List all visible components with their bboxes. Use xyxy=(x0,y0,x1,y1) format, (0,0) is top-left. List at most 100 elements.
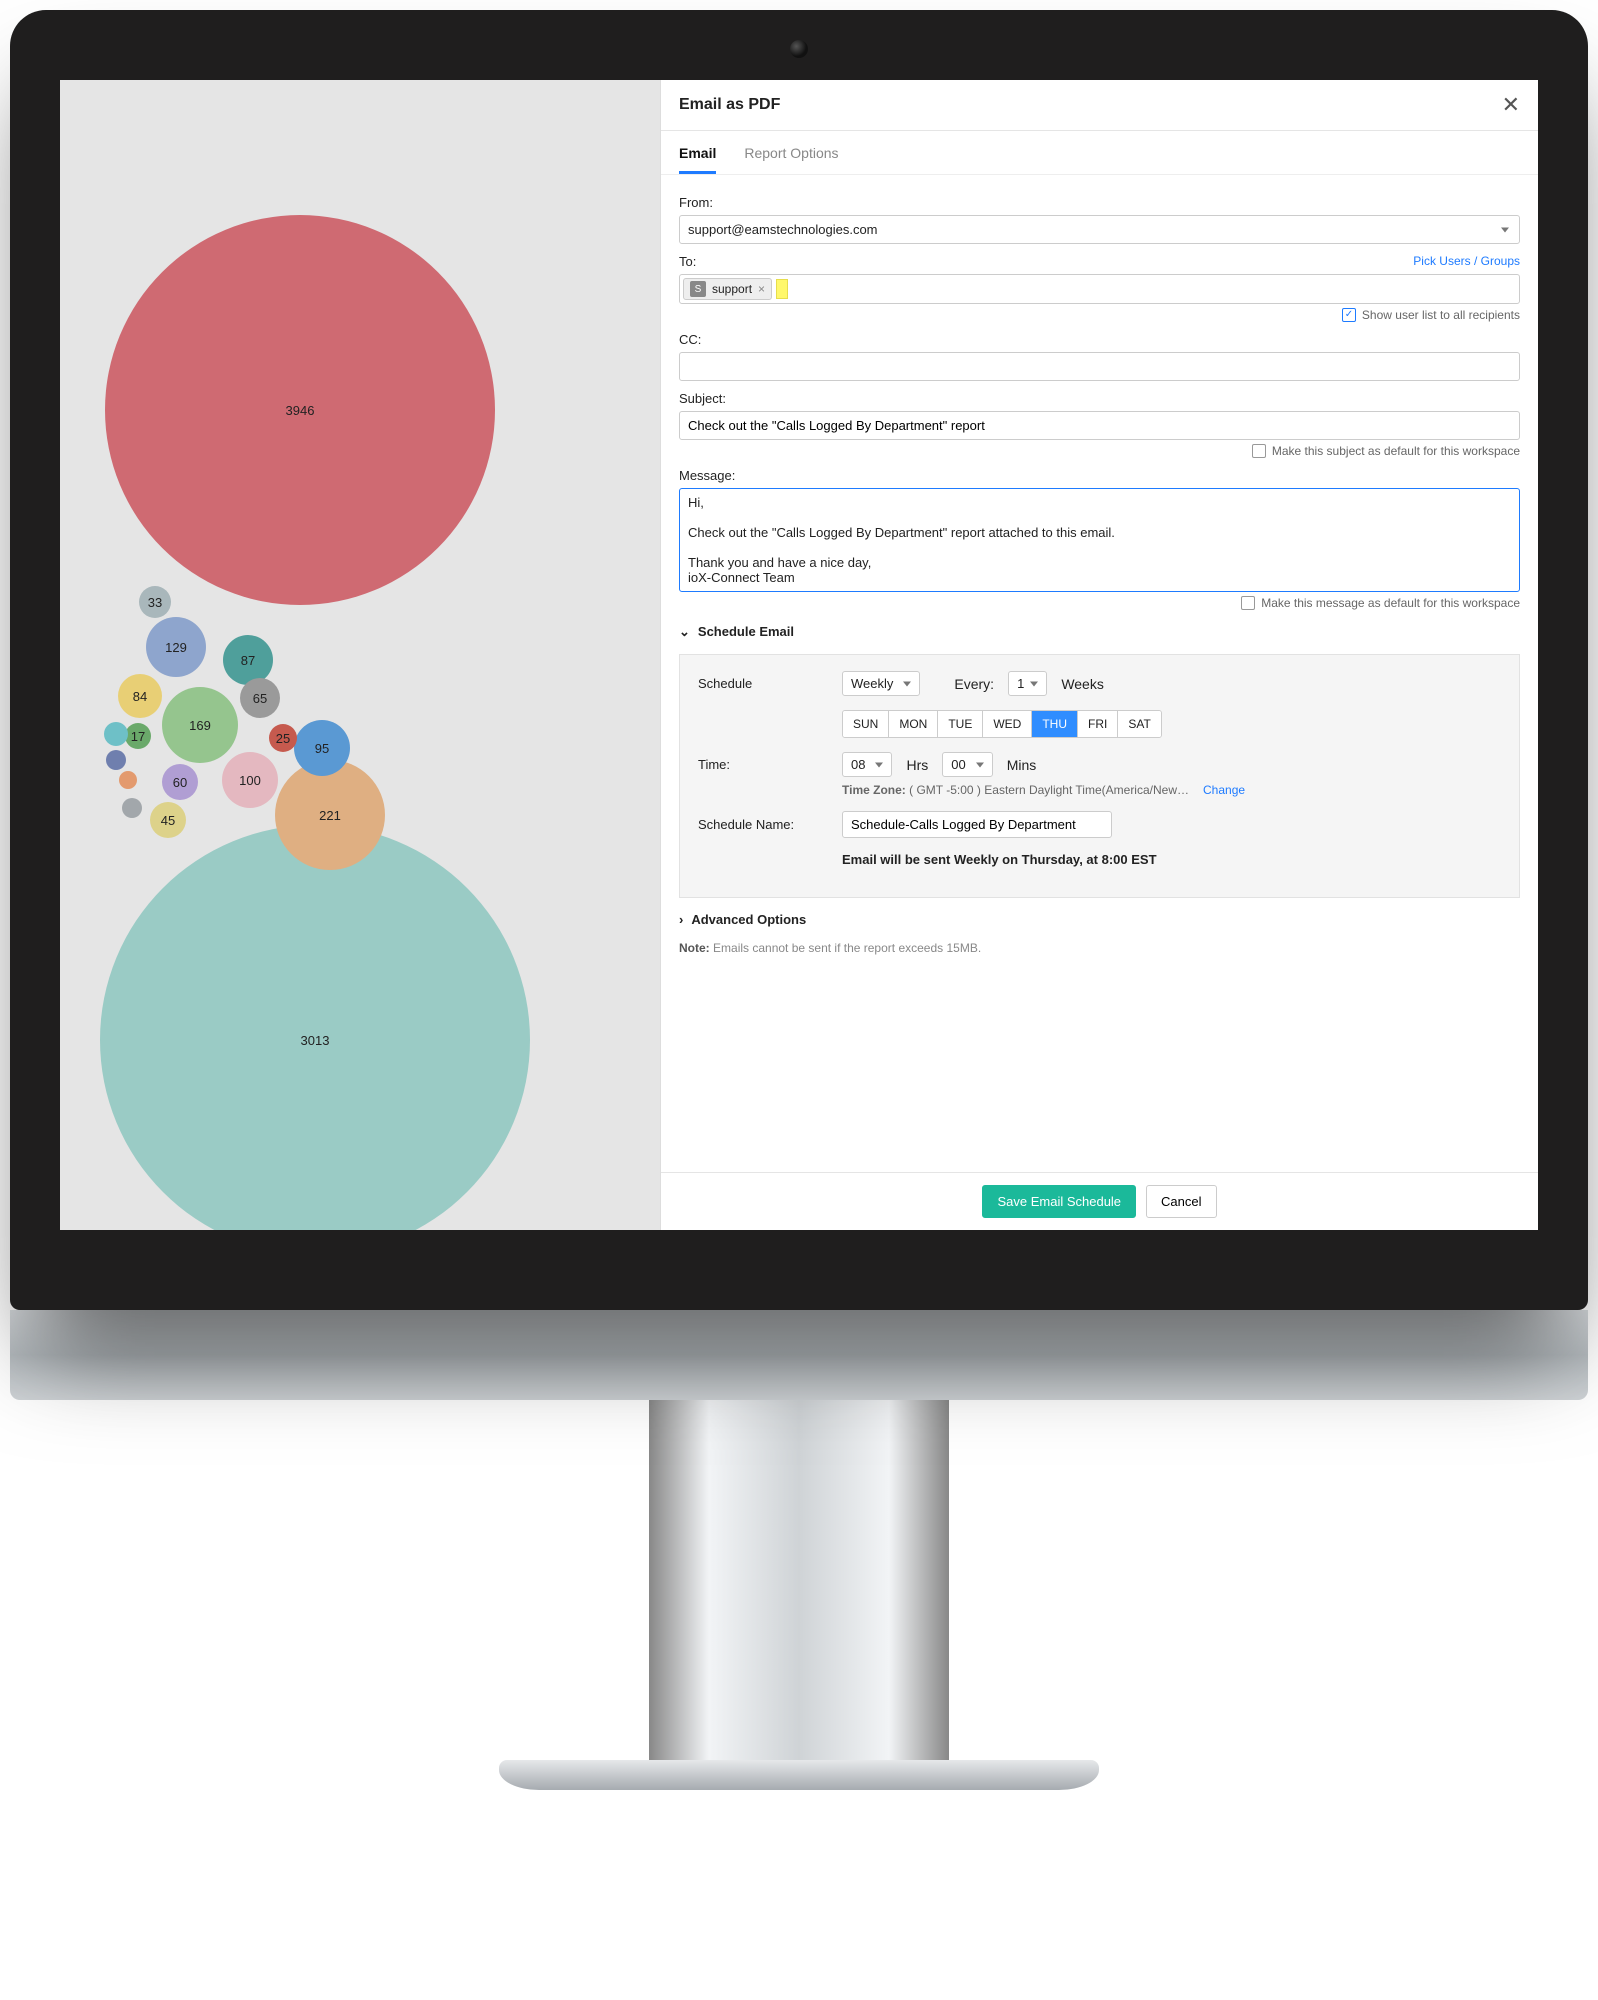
screen: 39463013221169129100958784656045332517 E… xyxy=(60,80,1538,1230)
bubble xyxy=(104,722,128,746)
recipient-chip-text: support xyxy=(712,282,752,296)
camera-dot xyxy=(790,40,808,58)
every-value-select[interactable]: 1 xyxy=(1008,671,1047,696)
bubble: 3013 xyxy=(100,825,530,1230)
bubble: 60 xyxy=(162,764,198,800)
day-wed[interactable]: WED xyxy=(983,711,1032,737)
schedule-toggle[interactable]: ⌄ Schedule Email xyxy=(679,624,1520,640)
bubble: 65 xyxy=(240,678,280,718)
schedule-frequency-select[interactable]: Weekly xyxy=(842,671,920,696)
bubble: 95 xyxy=(294,720,350,776)
save-schedule-button[interactable]: Save Email Schedule xyxy=(982,1185,1136,1218)
from-select[interactable]: support@eamstechnologies.com xyxy=(679,215,1520,244)
recipient-chip[interactable]: S support × xyxy=(683,278,772,300)
hrs-select[interactable]: 08 xyxy=(842,752,892,777)
schedule-section-title: Schedule Email xyxy=(698,624,794,640)
mins-unit: Mins xyxy=(1007,757,1037,773)
time-label: Time: xyxy=(698,757,828,772)
bubble xyxy=(106,750,126,770)
message-textarea[interactable]: Hi, Check out the "Calls Logged By Depar… xyxy=(679,488,1520,592)
day-thu[interactable]: THU xyxy=(1032,711,1078,737)
mins-select[interactable]: 00 xyxy=(942,752,992,777)
monitor-bezel: 39463013221169129100958784656045332517 E… xyxy=(10,10,1588,1310)
tab-report-options[interactable]: Report Options xyxy=(744,145,838,174)
days-row: SUNMONTUEWEDTHUFRISAT xyxy=(842,710,1501,738)
cc-label: CC: xyxy=(679,332,1520,347)
dialog-tabs: Email Report Options xyxy=(661,131,1538,175)
bubble: 87 xyxy=(223,635,273,685)
dialog-body: From: support@eamstechnologies.com To: P… xyxy=(661,175,1538,1172)
advanced-toggle[interactable]: › Advanced Options xyxy=(679,912,1520,927)
chevron-down-icon: ⌄ xyxy=(679,624,690,640)
cancel-button[interactable]: Cancel xyxy=(1146,1185,1216,1218)
chevron-right-icon: › xyxy=(679,912,683,927)
show-list-label: Show user list to all recipients xyxy=(1362,308,1520,322)
bubble: 17 xyxy=(125,723,151,749)
bubble: 25 xyxy=(269,724,297,752)
time-row: Time: 08 Hrs 00 Mins xyxy=(698,752,1501,777)
cc-input[interactable] xyxy=(679,352,1520,381)
to-label: To: xyxy=(679,254,696,269)
tz-value: ( GMT -5:00 ) Eastern Daylight Time(Amer… xyxy=(909,783,1189,797)
footer-note: Note: Emails cannot be sent if the repor… xyxy=(679,941,1520,955)
show-list-checkbox[interactable] xyxy=(1342,308,1356,322)
schedule-label: Schedule xyxy=(698,676,828,691)
dialog-title: Email as PDF xyxy=(679,96,780,114)
recipient-avatar-icon: S xyxy=(690,281,706,297)
every-unit: Weeks xyxy=(1061,676,1104,692)
bubble: 3946 xyxy=(105,215,495,605)
day-picker: SUNMONTUEWEDTHUFRISAT xyxy=(842,710,1162,738)
monitor-frame: 39463013221169129100958784656045332517 E… xyxy=(10,10,1588,1790)
message-default-checkbox[interactable] xyxy=(1241,596,1255,610)
remove-chip-icon[interactable]: × xyxy=(758,282,765,296)
day-sun[interactable]: SUN xyxy=(843,711,889,737)
text-cursor xyxy=(776,279,788,299)
schedule-box: Schedule Weekly Every: 1 Weeks SUNMONTUE… xyxy=(679,654,1520,898)
day-fri[interactable]: FRI xyxy=(1078,711,1118,737)
email-dialog: Email as PDF ✕ Email Report Options From… xyxy=(660,80,1538,1230)
message-default-label: Make this message as default for this wo… xyxy=(1261,596,1520,610)
tz-row: Time Zone: ( GMT -5:00 ) Eastern Dayligh… xyxy=(842,783,1501,797)
tab-email[interactable]: Email xyxy=(679,145,716,174)
tz-change-link[interactable]: Change xyxy=(1203,783,1245,797)
tz-label: Time Zone: xyxy=(842,783,906,797)
subject-label: Subject: xyxy=(679,391,1520,406)
bubble: 169 xyxy=(162,687,238,763)
to-input[interactable]: S support × xyxy=(679,274,1520,304)
subject-default-checkbox[interactable] xyxy=(1252,444,1266,458)
subject-input[interactable] xyxy=(679,411,1520,440)
bubble: 100 xyxy=(222,752,278,808)
schedule-name-label: Schedule Name: xyxy=(698,817,828,832)
schedule-summary: Email will be sent Weekly on Thursday, a… xyxy=(842,852,1157,867)
bubble: 45 xyxy=(150,802,186,838)
bubble: 84 xyxy=(118,674,162,718)
bubble xyxy=(122,798,142,818)
monitor-chin xyxy=(10,1310,1588,1400)
bubble: 221 xyxy=(275,760,385,870)
bubble: 33 xyxy=(139,586,171,618)
dialog-footer: Save Email Schedule Cancel xyxy=(661,1172,1538,1230)
from-label: From: xyxy=(679,195,1520,210)
day-tue[interactable]: TUE xyxy=(938,711,983,737)
schedule-freq-row: Schedule Weekly Every: 1 Weeks xyxy=(698,671,1501,696)
day-sat[interactable]: SAT xyxy=(1118,711,1160,737)
to-label-row: To: Pick Users / Groups xyxy=(679,254,1520,269)
pick-users-link[interactable]: Pick Users / Groups xyxy=(1413,254,1520,269)
subject-default-row: Make this subject as default for this wo… xyxy=(679,444,1520,458)
every-label: Every: xyxy=(954,676,994,692)
bubble xyxy=(119,771,137,789)
monitor-stand-base xyxy=(499,1760,1099,1790)
hrs-unit: Hrs xyxy=(906,757,928,773)
dialog-header: Email as PDF ✕ xyxy=(661,80,1538,131)
bubble: 129 xyxy=(146,617,206,677)
show-list-row: Show user list to all recipients xyxy=(679,308,1520,322)
message-default-row: Make this message as default for this wo… xyxy=(679,596,1520,610)
schedule-summary-row: Email will be sent Weekly on Thursday, a… xyxy=(698,852,1501,867)
schedule-name-row: Schedule Name: xyxy=(698,811,1501,838)
day-mon[interactable]: MON xyxy=(889,711,938,737)
monitor-stand-neck xyxy=(649,1400,949,1780)
close-icon[interactable]: ✕ xyxy=(1502,92,1520,118)
advanced-section-title: Advanced Options xyxy=(691,912,806,927)
schedule-name-input[interactable] xyxy=(842,811,1112,838)
subject-default-label: Make this subject as default for this wo… xyxy=(1272,444,1520,458)
